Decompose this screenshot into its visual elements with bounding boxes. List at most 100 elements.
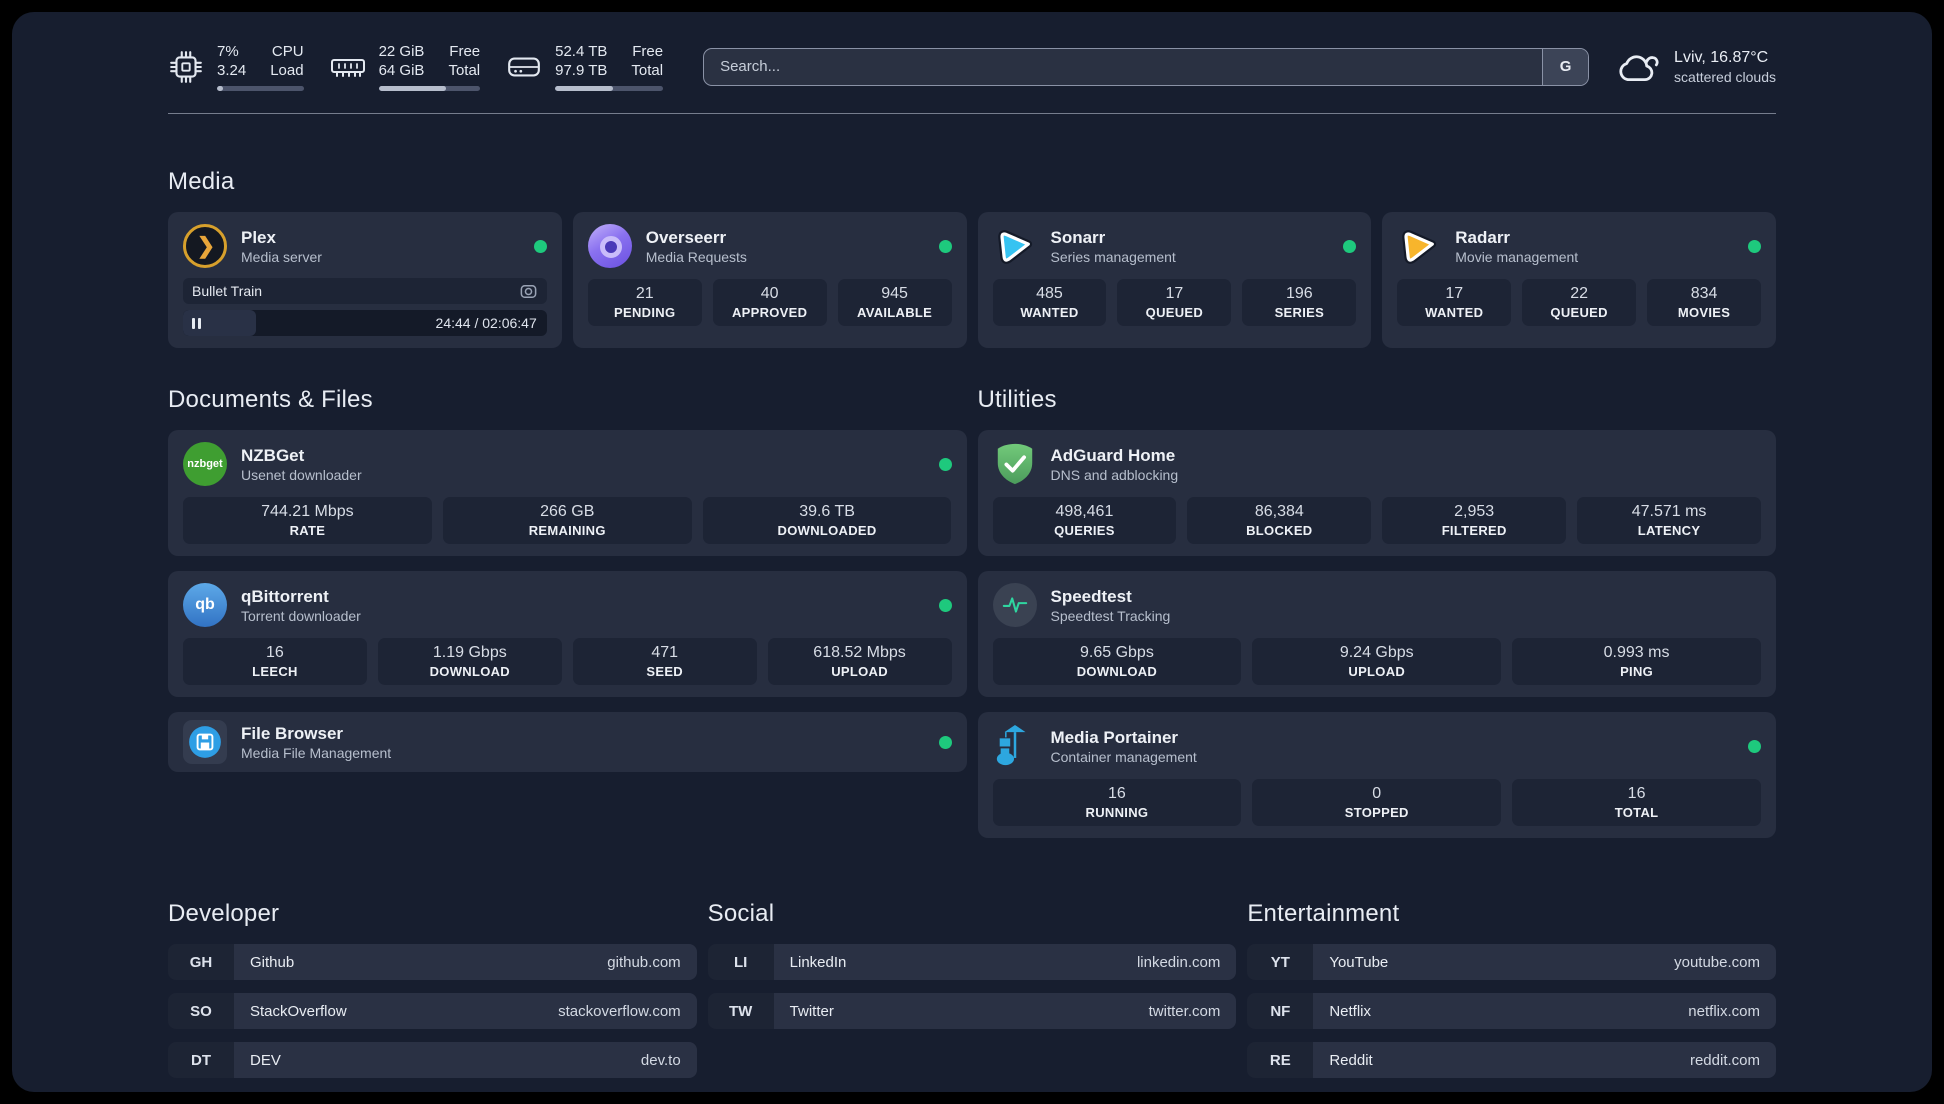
cpu-load-value: 3.24 — [217, 62, 247, 79]
overseerr-icon — [587, 224, 632, 268]
status-dot — [938, 239, 952, 253]
bookmark-github[interactable]: GH Github github.com — [168, 944, 697, 980]
disk-free-value: 52.4 TB — [555, 43, 608, 60]
stat-value: 2,953 — [1454, 503, 1495, 520]
search-engine-button[interactable]: G — [1542, 48, 1589, 85]
stat-value: 16 — [1108, 785, 1126, 802]
stat-tile: 86,384 BLOCKED — [1187, 497, 1372, 544]
stat-label: QUERIES — [1054, 523, 1115, 538]
stat-label: WANTED — [1020, 305, 1079, 320]
stat-value: 266 GB — [540, 503, 595, 520]
stat-value: 22 — [1570, 285, 1589, 302]
media-grid: ❯ Plex Media server Bullet Train 24:44 /… — [168, 212, 1776, 348]
status-dot — [938, 457, 952, 471]
status-dot — [1748, 739, 1761, 753]
bookmark-abbr: TW — [707, 993, 774, 1029]
app-name: Sonarr — [1050, 227, 1106, 247]
bookmark-url: dev.to — [640, 1051, 681, 1069]
documents-column: Documents & Files nzbget NZBGet Usenet d… — [168, 386, 967, 772]
stat-tile: 834 MOVIES — [1647, 279, 1762, 326]
weather-location-temp: Lviv, 16.87°C — [1674, 48, 1769, 66]
stat-tile: 9.65 Gbps DOWNLOAD — [992, 638, 1242, 685]
weather-widget: Lviv, 16.87°C scattered clouds — [1615, 49, 1776, 85]
stat-label: UPLOAD — [1348, 664, 1406, 679]
radarr-icon — [1397, 224, 1441, 268]
stat-tile: 16 RUNNING — [992, 779, 1242, 826]
plex-icon: ❯ — [183, 224, 227, 268]
sonarr-icon — [993, 224, 1037, 268]
app-card-speedtest[interactable]: Speedtest Speedtest Tracking 9.65 Gbps D… — [977, 571, 1776, 697]
bookmark-dev[interactable]: DT DEV dev.to — [168, 1042, 697, 1078]
speedtest-icon — [992, 583, 1037, 627]
app-name: File Browser — [241, 723, 344, 743]
playback-progress-bar: 24:44 / 02:06:47 — [183, 310, 547, 336]
bookmark-abbr: YT — [1247, 944, 1314, 980]
app-card-adguard[interactable]: AdGuard Home DNS and adblocking 498,461 … — [977, 430, 1776, 556]
stat-label: DOWNLOAD — [1076, 664, 1158, 679]
bookmark-name: YouTube — [1329, 953, 1389, 971]
stat-label: QUEUED — [1145, 305, 1204, 320]
app-name: Media Portainer — [1050, 727, 1179, 747]
stat-value: 0.993 ms — [1603, 644, 1670, 661]
ram-total-value: 64 GiB — [378, 62, 425, 79]
stat-label: DOWNLOAD — [429, 664, 510, 679]
stat-value: 16 — [266, 644, 284, 661]
section-title-documents: Documents & Files — [168, 386, 373, 413]
stat-label: SERIES — [1274, 305, 1325, 320]
app-name: AdGuard Home — [1050, 445, 1176, 465]
app-card-filebrowser[interactable]: File Browser Media File Management — [168, 712, 967, 772]
app-card-portainer[interactable]: Media Portainer Container management 16 … — [977, 712, 1776, 838]
stat-label: WANTED — [1425, 305, 1484, 320]
ram-free-value: 22 GiB — [378, 43, 425, 60]
stat-value: 17 — [1165, 285, 1184, 302]
stat-tile: 266 GB REMAINING — [442, 497, 692, 544]
dashboard-page: 7% 3.24 CPU Load 22 GiB 64 GiB Free Tota… — [12, 12, 1932, 1092]
bookmark-reddit[interactable]: RE Reddit reddit.com — [1247, 1042, 1776, 1078]
stat-value: 17 — [1445, 285, 1464, 302]
app-name: NZBGet — [241, 445, 305, 465]
app-card-overseerr[interactable]: Overseerr Media Requests 21 PENDING 40 A… — [572, 212, 967, 348]
stat-value: 834 — [1690, 285, 1718, 302]
bookmark-abbr: DT — [168, 1042, 234, 1078]
section-title-entertainment: Entertainment — [1247, 900, 1400, 927]
cpu-progress-bar — [217, 86, 304, 91]
app-subtitle: Usenet downloader — [241, 466, 362, 483]
cpu-stat: 7% 3.24 CPU Load — [168, 42, 304, 91]
status-dot — [533, 239, 547, 253]
stat-value: 9.24 Gbps — [1339, 644, 1414, 661]
stat-tile: 16 TOTAL — [1512, 779, 1761, 826]
stat-value: 1.19 Gbps — [432, 644, 507, 661]
bookmark-youtube[interactable]: YT YouTube youtube.com — [1247, 944, 1776, 980]
app-name: Overseerr — [645, 227, 727, 247]
app-subtitle: Media File Management — [241, 744, 392, 761]
bookmark-name: Netflix — [1329, 1002, 1372, 1020]
stat-tile: 17 QUEUED — [1117, 279, 1232, 326]
bookmark-url: reddit.com — [1689, 1051, 1760, 1069]
section-title-social: Social — [707, 900, 775, 927]
bookmark-name: Reddit — [1329, 1051, 1373, 1069]
status-dot — [1343, 239, 1357, 253]
cpu-usage-label: CPU — [271, 43, 304, 60]
app-card-nzbget[interactable]: nzbget NZBGet Usenet downloader 744.21 M… — [168, 430, 967, 556]
bookmark-linkedin[interactable]: LI LinkedIn linkedin.com — [707, 944, 1237, 980]
app-card-radarr[interactable]: Radarr Movie management 17 WANTED 22 QUE… — [1382, 212, 1776, 348]
bookmark-abbr: GH — [168, 944, 234, 980]
status-dot — [938, 598, 952, 612]
pause-button[interactable] — [192, 317, 201, 329]
app-card-sonarr[interactable]: Sonarr Series management 485 WANTED 17 Q… — [977, 212, 1372, 348]
bookmark-netflix[interactable]: NF Netflix netflix.com — [1247, 993, 1776, 1029]
cpu-progress-fill — [217, 86, 224, 91]
disk-total-value: 97.9 TB — [555, 62, 608, 79]
stat-label: STOPPED — [1344, 805, 1409, 820]
bookmark-stackoverflow[interactable]: SO StackOverflow stackoverflow.com — [168, 993, 697, 1029]
search-input[interactable] — [703, 47, 1590, 86]
bookmark-abbr: SO — [168, 993, 234, 1029]
stat-value: 471 — [651, 644, 679, 661]
bookmark-twitter[interactable]: TW Twitter twitter.com — [707, 993, 1237, 1029]
stat-label: DOWNLOADED — [777, 523, 877, 538]
stat-value: 0 — [1372, 785, 1382, 802]
app-card-qbittorrent[interactable]: qb qBittorrent Torrent downloader 16 LEE… — [168, 571, 967, 697]
section-title-developer: Developer — [168, 900, 280, 927]
search-bar: G — [703, 47, 1590, 86]
app-card-plex[interactable]: ❯ Plex Media server Bullet Train 24:44 /… — [168, 212, 562, 348]
